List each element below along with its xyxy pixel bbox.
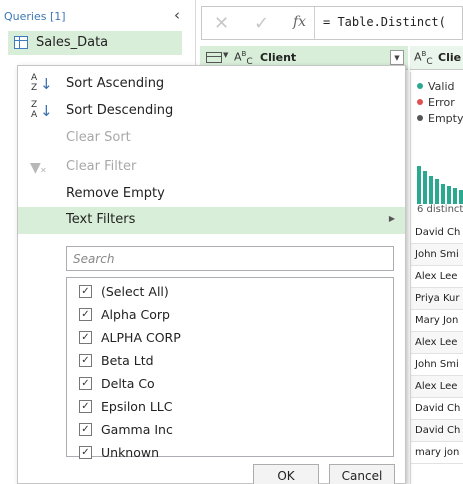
checklist-item-label: ALPHA CORP: [101, 330, 181, 345]
checklist-item-label: Delta Co: [101, 376, 155, 391]
table-row[interactable]: David Ch: [411, 420, 463, 442]
query-item-sales-data[interactable]: Sales_Data: [8, 31, 182, 55]
data-rows: David Ch John Smi Alex Lee Priya Kur Mary Jo…: [410, 222, 463, 484]
legend-empty: Empty: [417, 112, 463, 125]
histogram-bar[interactable]: [423, 171, 427, 204]
column-name: Clie: [438, 51, 462, 64]
submenu-arrow-icon: ▶: [388, 214, 395, 223]
table-row[interactable]: David Ch: [411, 398, 463, 420]
distribution-histogram[interactable]: [417, 164, 463, 204]
table-row[interactable]: John Smi: [411, 354, 463, 376]
text-filters-item[interactable]: Text Filters ▶: [18, 207, 405, 234]
column-header-client-2[interactable]: ABC Clie: [410, 46, 463, 70]
table-row[interactable]: Alex Lee: [411, 376, 463, 398]
column-profile: Valid Error Empty 6 distinct: [410, 72, 463, 222]
remove-empty-item[interactable]: Remove Empty: [18, 181, 405, 208]
cancel-formula-icon[interactable]: ✕: [214, 13, 229, 34]
value-checklist: ✓ (Select All) ✓ Alpha Corp ✓ ALPHA CORP ✓ Beta…: [66, 277, 394, 460]
table-row[interactable]: mary jon: [411, 442, 463, 464]
histogram-bar[interactable]: [447, 186, 451, 204]
text-type-icon[interactable]: ABC: [414, 50, 433, 67]
checklist-item-label: Epsilon LLC: [101, 399, 173, 414]
histogram-bar[interactable]: [435, 179, 439, 204]
table-menu-icon[interactable]: [206, 52, 222, 63]
search-box[interactable]: [66, 246, 394, 271]
checklist-item[interactable]: ✓ Delta Co: [67, 373, 393, 396]
checkbox[interactable]: ✓: [79, 285, 92, 298]
table-menu-chevron-icon[interactable]: ▼: [223, 51, 228, 59]
histogram-bar[interactable]: [417, 166, 421, 204]
query-item-label: Sales_Data: [36, 35, 109, 50]
clear-filter-x-icon: ✕: [40, 166, 47, 175]
sort-descending-icon: Z A ↓: [31, 100, 53, 121]
clear-filter-item[interactable]: ▼ ✕ Clear Filter: [18, 154, 405, 181]
checklist-item[interactable]: ✓ (Select All): [67, 281, 393, 304]
cancel-button[interactable]: Cancel: [329, 464, 395, 484]
checkbox[interactable]: ✓: [79, 308, 92, 321]
checklist-item-label: Unknown: [101, 445, 160, 460]
table-row[interactable]: Alex Lee: [411, 332, 463, 354]
search-input[interactable]: [67, 247, 393, 270]
table-row[interactable]: John Smi: [411, 244, 463, 266]
checkbox[interactable]: ✓: [79, 331, 92, 344]
histogram-bar[interactable]: [441, 184, 445, 204]
checklist-item[interactable]: ✓ ALPHA CORP: [67, 327, 393, 350]
histogram-bar[interactable]: [459, 190, 463, 204]
ok-button[interactable]: OK: [253, 464, 319, 484]
table-row[interactable]: David Ch: [411, 222, 463, 244]
queries-header[interactable]: Queries [1]: [4, 10, 66, 23]
sort-ascending-item[interactable]: A Z ↓ Sort Ascending: [18, 71, 405, 98]
legend-valid: Valid: [417, 80, 455, 93]
distinct-count: 6 distinct: [417, 204, 463, 215]
histogram-bar[interactable]: [429, 176, 433, 204]
checklist-item[interactable]: ✓ Gamma Inc: [67, 419, 393, 442]
checklist-item[interactable]: ✓ Alpha Corp: [67, 304, 393, 327]
filter-menu: A Z ↓ Sort Ascending Z A ↓ Sort Descending C…: [17, 65, 406, 484]
checklist-item-label: (Select All): [101, 284, 169, 299]
sort-ascending-icon: A Z ↓: [31, 73, 53, 94]
checkbox[interactable]: ✓: [79, 354, 92, 367]
checkbox[interactable]: ✓: [79, 377, 92, 390]
histogram-bar[interactable]: [453, 188, 457, 204]
table-icon: [14, 36, 28, 49]
legend-error: Error: [417, 96, 455, 109]
checklist-item[interactable]: ✓ Beta Ltd: [67, 350, 393, 373]
empty-dot-icon: [417, 115, 423, 121]
checkbox[interactable]: ✓: [79, 446, 92, 459]
clear-sort-item[interactable]: Clear Sort: [18, 125, 405, 152]
function-icon[interactable]: fx: [293, 14, 306, 30]
checkbox[interactable]: ✓: [79, 423, 92, 436]
checklist-item[interactable]: ✓ Epsilon LLC: [67, 396, 393, 419]
checklist-item-label: Gamma Inc: [101, 422, 173, 437]
formula-separator: [314, 7, 315, 39]
checkbox[interactable]: ✓: [79, 400, 92, 413]
formula-input[interactable]: = Table.Distinct(: [323, 15, 446, 29]
checklist-item-label: Beta Ltd: [101, 353, 154, 368]
checklist-item-label: Alpha Corp: [101, 307, 170, 322]
collapse-pane-icon[interactable]: ‹: [174, 6, 180, 24]
table-row[interactable]: Priya Kur: [411, 288, 463, 310]
sort-descending-item[interactable]: Z A ↓ Sort Descending: [18, 98, 405, 125]
table-row[interactable]: Mary Jon: [411, 310, 463, 332]
confirm-formula-icon[interactable]: ✓: [254, 13, 269, 34]
column-filter-dropdown-icon[interactable]: ▼: [390, 50, 404, 65]
checklist-item[interactable]: ✓ Unknown: [67, 442, 393, 465]
error-dot-icon: [417, 99, 423, 105]
table-row[interactable]: Alex Lee: [411, 266, 463, 288]
formula-bar: ✕ ✓ fx = Table.Distinct(: [201, 6, 463, 40]
valid-dot-icon: [417, 83, 423, 89]
column-name: Client: [260, 51, 297, 64]
